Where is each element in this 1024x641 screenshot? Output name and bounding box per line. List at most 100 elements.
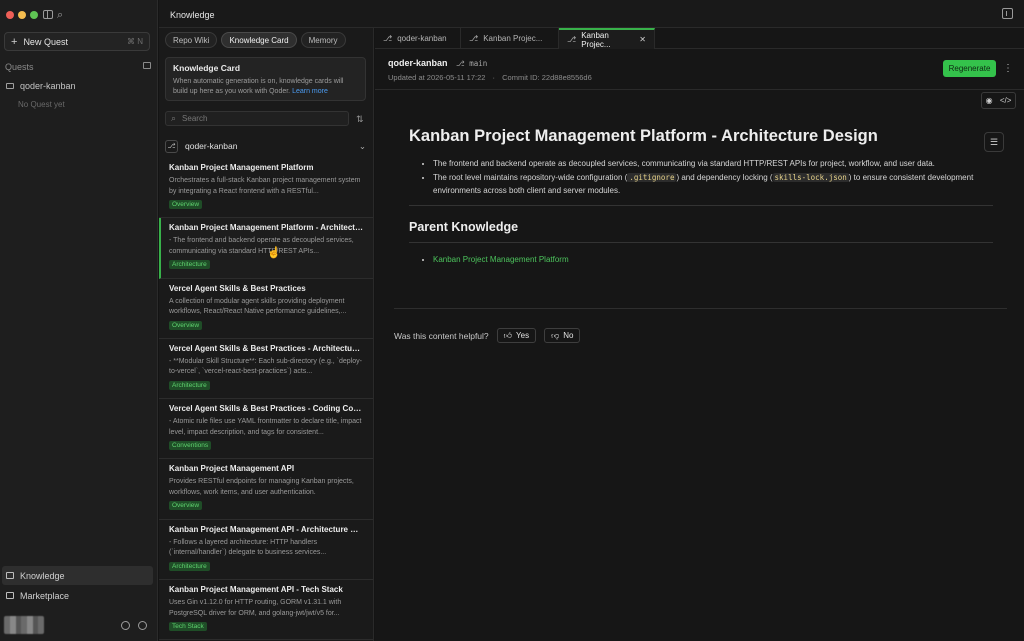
card-icon: ⎇ [567,35,577,44]
branch-name: main [469,59,488,68]
more-options-icon[interactable]: ⋮ [1003,63,1013,74]
gear-icon[interactable] [138,621,147,630]
knowledge-panel: Repo Wiki Knowledge Card Memory Knowledg… [159,28,374,641]
info-body: When automatic generation is on, knowled… [173,77,358,96]
card-title: Kanban Project Management Platform [169,163,314,172]
list-item[interactable]: Vercel Agent Skills & Best Practices - C… [159,399,373,460]
card-title: Kanban Project Management API - Architec… [169,524,363,534]
inline-code: .gitignore [627,172,677,182]
store-icon [6,592,14,599]
list-item[interactable]: Kanban Project Management API Provides R… [159,459,373,520]
panel-toggle-icon[interactable] [1002,8,1013,19]
repo-name: qoder-kanban [185,141,238,151]
card-tag: Tech Stack [169,622,207,632]
document-title: Kanban Project Management Platform - Arc… [409,127,878,145]
thumbs-down-button[interactable]: 👎︎ No [544,328,581,343]
detail-meta: Updated at 2026-05-11 17:22 · Commit ID:… [388,73,592,82]
regenerate-button[interactable]: Regenerate [943,60,996,77]
repo-icon: ⎇ [383,34,393,43]
editor-tabs: ⎇ qoder-kanban ⎇ Kanban Projec... ⎇ Kanb… [375,28,1024,49]
minimize-window-button[interactable] [18,11,26,19]
divider [394,308,1007,309]
quest-item[interactable]: qoder-kanban [6,81,76,91]
card-title: Kanban Project Management Platform - Arc… [169,223,363,233]
no-label: No [563,331,574,340]
thumbs-up-button[interactable]: 👍︎ Yes [496,328,537,343]
yes-label: Yes [516,331,530,340]
list-item[interactable]: Kanban Project Management API - Tech Sta… [159,580,373,641]
card-description: Uses Gin v1.12.0 for HTTP routing, GORM … [169,599,342,617]
bullet-text: ) and dependency locking ( [676,172,773,182]
repo-icon: ⎇ [165,139,178,153]
parent-knowledge-link[interactable]: Kanban Project Management Platform [433,255,569,264]
tab-kanban-project-2[interactable]: ⎇ Kanban Projec... ✕ [559,28,655,49]
bullet-item: The root level maintains repository-wide… [433,171,993,198]
sidebar-toggle-icon[interactable] [43,10,53,19]
card-tag: Overview [169,200,203,209]
close-icon[interactable]: ✕ [639,35,646,44]
knowledge-tabs: Repo Wiki Knowledge Card Memory [165,32,346,48]
card-description: Orchestrates a full-stack Kanban project… [169,177,361,195]
sidebar-item-marketplace[interactable]: Marketplace [2,586,153,605]
feedback-question: Was this content helpful? [394,330,489,341]
card-description: - **Modular Skill Structure**: Each sub-… [169,357,362,376]
card-title: Vercel Agent Skills & Best Practices [169,283,306,293]
avatar[interactable] [4,616,44,634]
quests-heading: Quests [5,62,34,72]
repo-group-header[interactable]: ⎇ qoder-kanban ⌄ [165,137,366,155]
list-item[interactable]: Vercel Agent Skills & Best Practices - A… [159,339,373,400]
detail-header: qoder-kanban ⎇ main Updated at 2026-05-1… [388,58,592,82]
view-toggle: ◉ </> [981,92,1016,109]
list-item[interactable]: Kanban Project Management Platform Orche… [159,158,373,219]
divider [409,241,993,243]
search-icon[interactable]: ⌕ [57,9,63,22]
search-icon: ⌕ [171,113,177,123]
thumbs-up-icon: 👍︎ [503,330,513,340]
left-sidebar: ⌕ + New Quest ⌘ N Quests qoder-kanban No… [0,0,158,641]
bullet-text: The root level maintains repository-wide… [433,172,628,182]
card-tag: Overview [169,320,203,330]
list-item[interactable]: Kanban Project Management API - Architec… [159,520,373,581]
bullet-list: The frontend and backend operate as deco… [433,157,993,198]
sidebar-item-label: Knowledge [20,570,65,581]
tab-label: Kanban Projec... [581,30,611,49]
new-quest-button[interactable]: + New Quest ⌘ N [4,32,150,51]
folder-icon [6,83,14,89]
commit-id: Commit ID: 22d88e8556d6 [502,73,592,82]
sort-icon[interactable]: ⇅ [356,114,364,125]
bullet-text: The frontend and backend operate as deco… [433,159,935,168]
preview-icon[interactable]: ◉ [986,96,993,105]
page-title: Knowledge [170,10,215,20]
tab-qoder-kanban[interactable]: ⎇ qoder-kanban [375,28,461,49]
tab-knowledge-card[interactable]: Knowledge Card [221,32,297,48]
card-description: - Atomic rule files use YAML frontmatter… [169,418,362,436]
pointer-cursor-icon: ☝ [267,247,281,259]
window-controls [6,11,38,19]
tab-repo-wiki[interactable]: Repo Wiki [165,32,218,48]
tab-memory[interactable]: Memory [300,32,346,48]
search-input[interactable]: ⌕ Search [165,111,349,126]
parent-knowledge-heading: Parent Knowledge [409,219,519,234]
thumbs-down-icon: 👎︎ [551,330,560,340]
list-item[interactable]: Vercel Agent Skills & Best Practices A c… [159,279,373,339]
repo-name: qoder-kanban [388,58,448,68]
sidebar-item-label: Marketplace [20,590,70,601]
zoom-window-button[interactable] [30,11,38,19]
updated-timestamp: Updated at 2026-05-11 17:22 [388,73,486,82]
sidebar-item-knowledge[interactable]: Knowledge [2,566,153,585]
card-tag: Architecture [169,380,210,390]
card-title: Kanban Project Management API [169,464,295,474]
parent-list: Kanban Project Management Platform [433,253,993,267]
card-description: - Follows a layered architecture: HTTP h… [169,538,327,557]
learn-more-link[interactable]: Learn more [292,88,328,95]
document-body: Kanban Project Management Platform - Arc… [409,127,993,266]
tab-kanban-project-1[interactable]: ⎇ Kanban Projec... [461,28,559,49]
search-placeholder: Search [182,114,208,123]
close-window-button[interactable] [6,11,14,19]
help-icon[interactable] [121,621,130,630]
code-view-icon[interactable]: </> [1000,96,1012,105]
list-item[interactable]: Kanban Project Management Platform - Arc… [159,218,373,279]
no-quest-text: No Quest yet [18,100,65,109]
add-quest-icon[interactable] [143,62,151,69]
knowledge-card-info: Knowledge Card When automatic generation… [165,57,366,101]
